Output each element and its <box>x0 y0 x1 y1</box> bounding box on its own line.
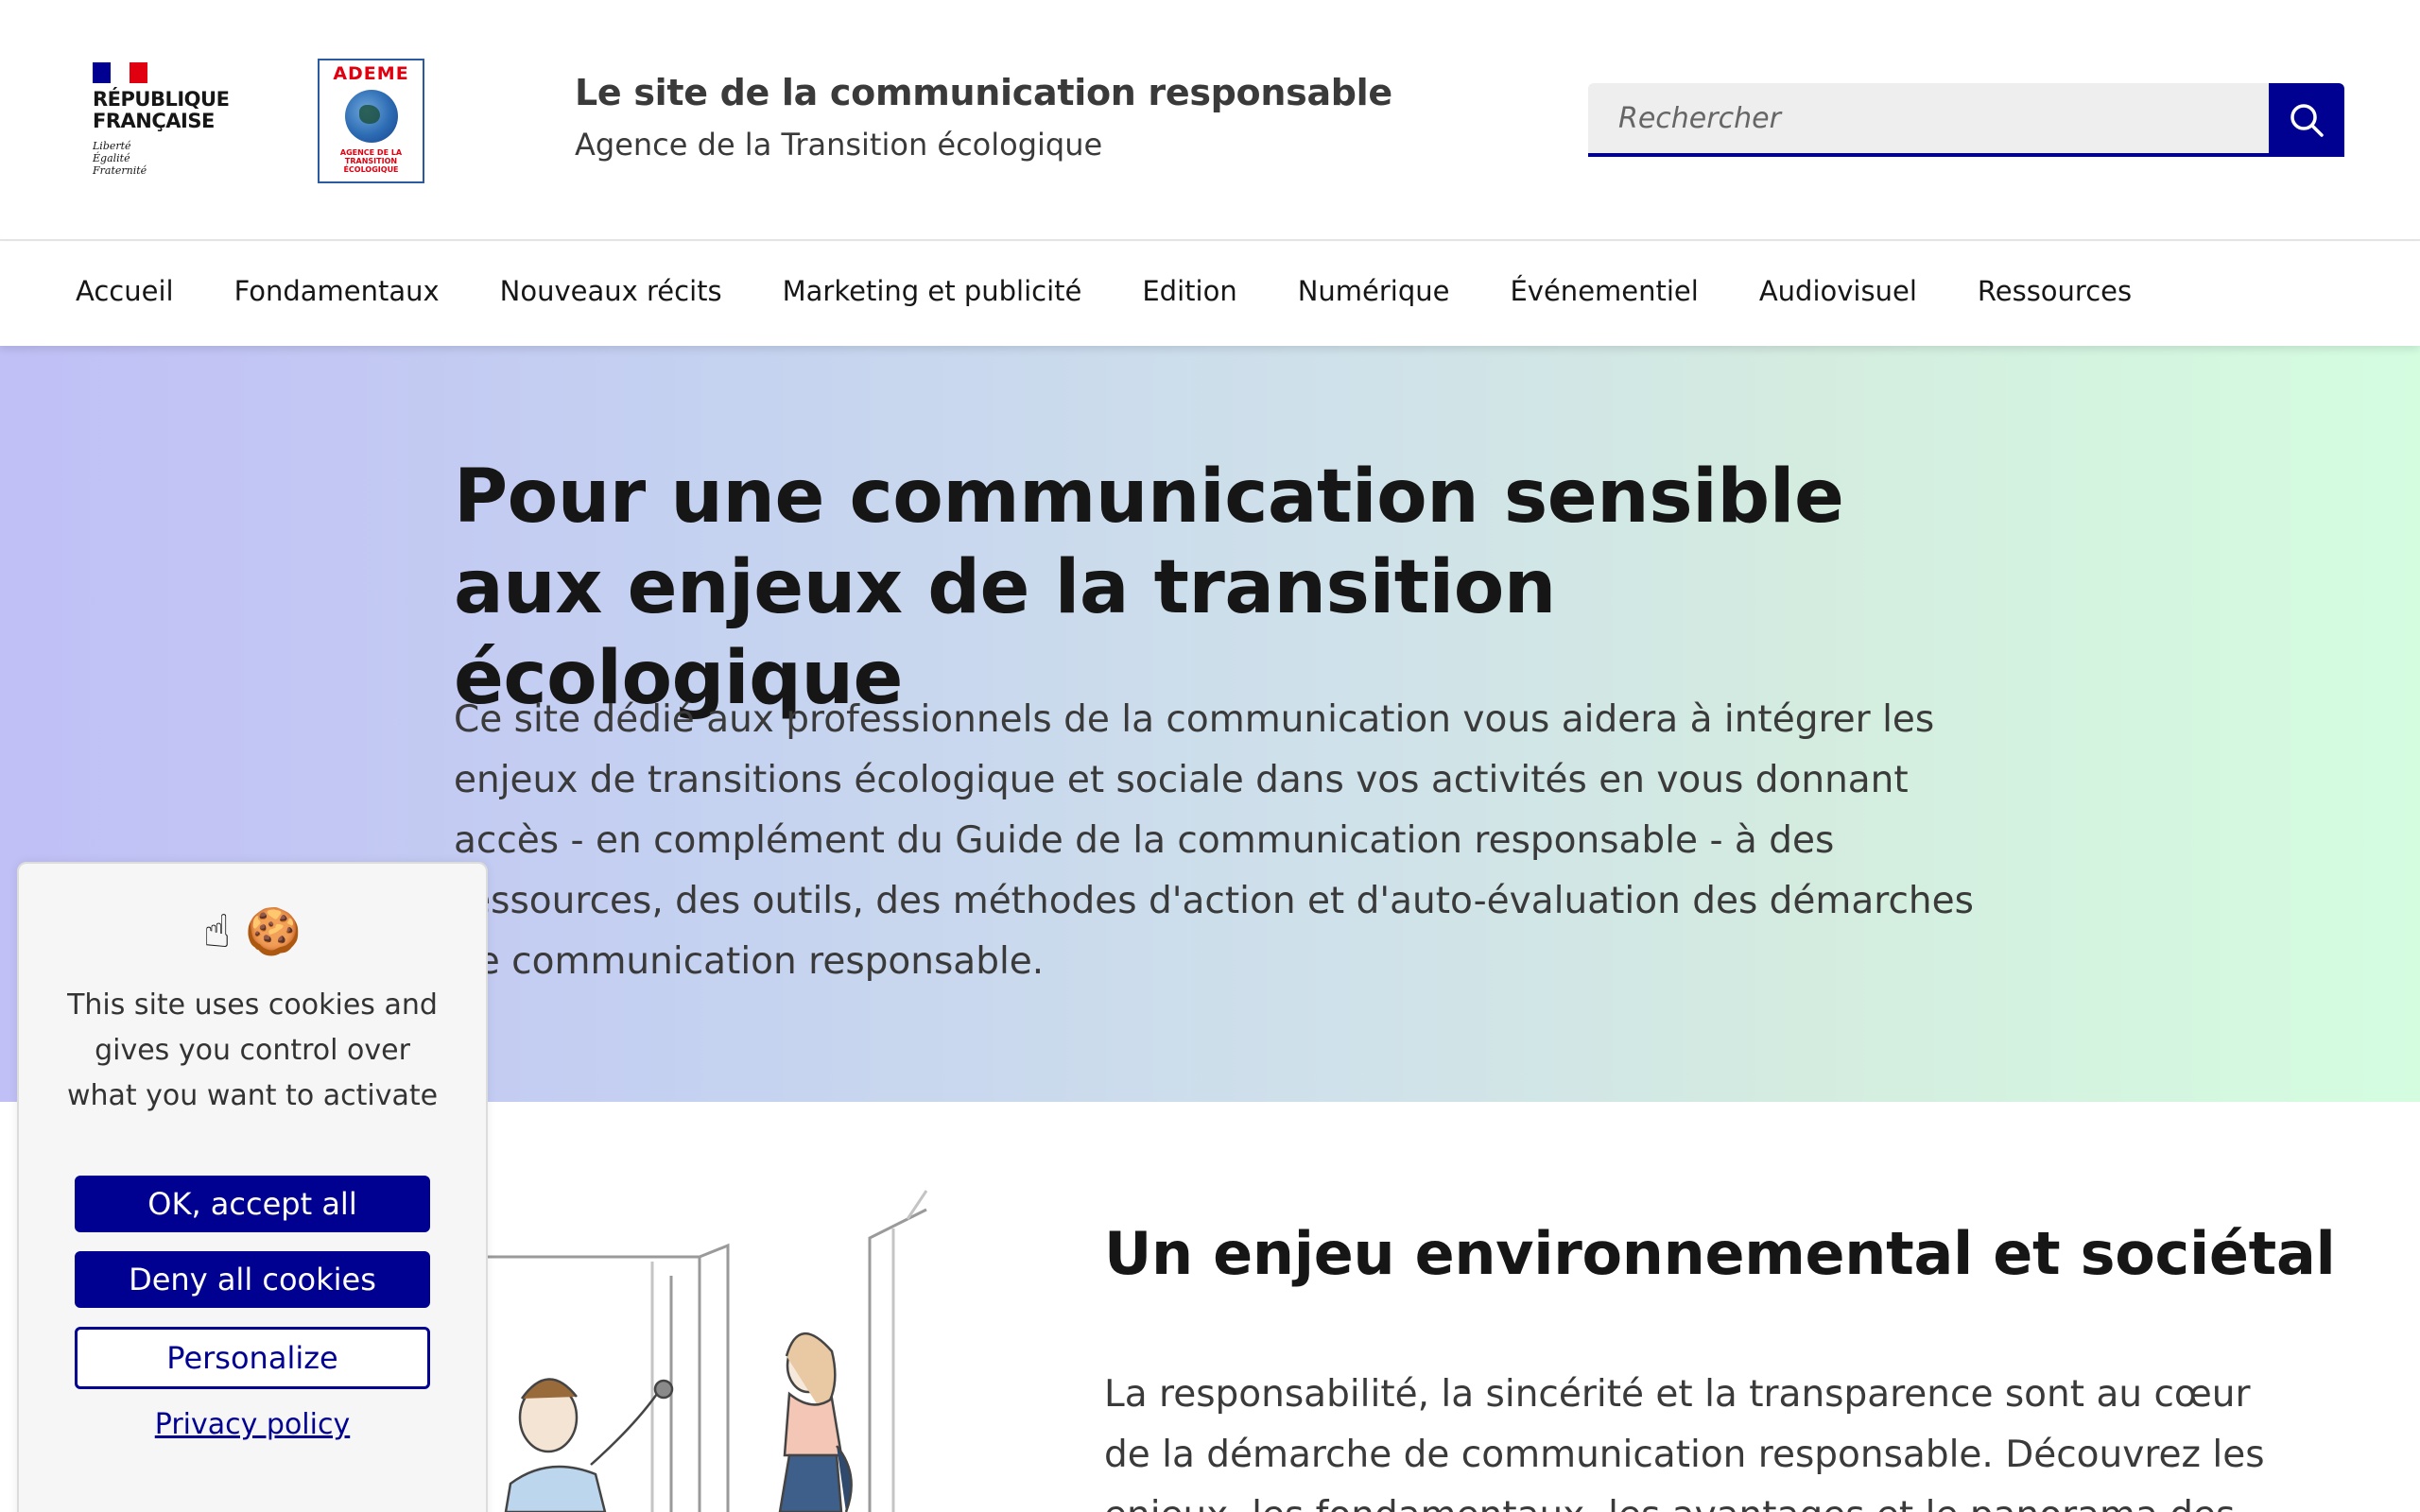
nav-item-nouveaux-recits[interactable]: Nouveaux récits <box>470 242 752 346</box>
rf-logo-line1: RÉPUBLIQUE <box>93 88 230 111</box>
nav-item-fondamentaux[interactable]: Fondamentaux <box>204 242 470 346</box>
motto-fraternite: Fraternité <box>93 164 147 177</box>
main-navigation: Accueil Fondamentaux Nouveaux récits Mar… <box>0 242 2420 346</box>
nav-item-edition[interactable]: Edition <box>1112 242 1267 346</box>
nav-item-accueil[interactable]: Accueil <box>45 242 204 346</box>
nav-item-audiovisuel[interactable]: Audiovisuel <box>1729 242 1947 346</box>
site-tagline: Agence de la Transition écologique <box>575 127 1103 163</box>
search-button[interactable] <box>2269 83 2344 157</box>
nav-item-numerique[interactable]: Numérique <box>1268 242 1480 346</box>
search-bar <box>1588 83 2344 157</box>
search-icon <box>2290 104 2324 137</box>
ademe-sub-line2: TRANSITION <box>344 157 398 165</box>
rf-logo-motto: Liberté Égalité Fraternité <box>93 140 234 177</box>
hero-title: Pour une communication sensible aux enje… <box>454 455 1844 721</box>
nav-item-evenementiel[interactable]: Événementiel <box>1479 242 1728 346</box>
ademe-sub-line3: ÉCOLOGIQUE <box>343 165 399 174</box>
accept-all-cookies-button[interactable]: OK, accept all <box>75 1176 430 1232</box>
ademe-logo-name: ADEME <box>333 63 409 84</box>
marianne-flag-icon <box>93 62 147 83</box>
rf-logo-line2: FRANÇAISE <box>93 110 215 132</box>
motto-egalite: Égalité <box>93 152 130 164</box>
globe-icon <box>344 90 398 143</box>
site-header: RÉPUBLIQUE FRANÇAISE Liberté Égalité Fra… <box>0 0 2420 241</box>
cookie-consent-panel: ☝ 🍪 This site uses cookies and gives you… <box>17 862 488 1512</box>
nav-item-marketing-publicite[interactable]: Marketing et publicité <box>752 242 1113 346</box>
people-illustration <box>473 1190 928 1512</box>
nav-list: Accueil Fondamentaux Nouveaux récits Mar… <box>0 242 2420 346</box>
rf-logo-name: RÉPUBLIQUE FRANÇAISE <box>93 89 234 132</box>
privacy-policy-link[interactable]: Privacy policy <box>155 1408 350 1441</box>
hero-description: Ce site dédié aux professionnels de la c… <box>454 698 1974 983</box>
cookie-icon: ☝ 🍪 <box>202 905 302 958</box>
cookie-message: This site uses cookies and gives you con… <box>66 988 439 1112</box>
section-description: La responsabilité, la sincérité et la tr… <box>1104 1373 2265 1512</box>
ademe-sub-line1: AGENCE DE LA <box>339 148 403 157</box>
ademe-logo[interactable]: ADEME AGENCE DE LA TRANSITION ÉCOLOGIQUE <box>318 59 424 183</box>
site-title[interactable]: Le site de la communication responsable <box>575 72 1392 113</box>
deny-all-cookies-button[interactable]: Deny all cookies <box>75 1251 430 1308</box>
personalize-cookies-button[interactable]: Personalize <box>75 1327 430 1389</box>
nav-item-ressources[interactable]: Ressources <box>1947 242 2162 346</box>
search-input[interactable] <box>1588 83 2269 157</box>
ademe-logo-subtitle: AGENCE DE LA TRANSITION ÉCOLOGIQUE <box>320 148 423 174</box>
republique-francaise-logo[interactable]: RÉPUBLIQUE FRANÇAISE Liberté Égalité Fra… <box>93 62 234 185</box>
motto-liberte: Liberté <box>93 140 131 152</box>
section-title: Un enjeu environnemental et sociétal <box>1104 1219 2336 1288</box>
